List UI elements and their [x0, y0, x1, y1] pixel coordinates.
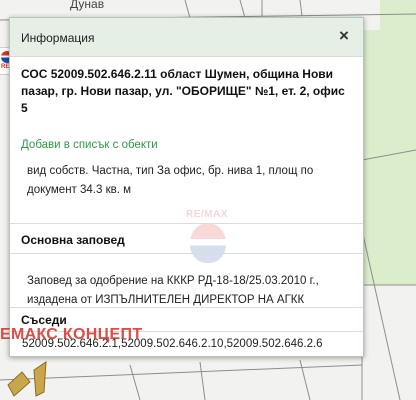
parcel-line — [299, 359, 311, 400]
parcel-line — [361, 149, 416, 161]
parcel-line — [299, 0, 303, 17]
remax-watermark: RE/MAX — [180, 209, 238, 271]
property-address: СОС 52009.502.646.2.11 област Шумен, общ… — [21, 67, 345, 115]
parcel-line — [184, 0, 191, 19]
parcel-line — [129, 364, 141, 400]
watermark-text: RE/MAX — [186, 209, 228, 220]
property-details: вид собств. Частна, тип За офис, бр. нив… — [27, 165, 314, 196]
parcel-line — [361, 229, 401, 400]
order-heading: Основна заповед — [21, 233, 125, 247]
divider — [10, 253, 363, 254]
popup-title: Информация — [21, 31, 95, 45]
order-text: Заповед за одобрение на КККР РД-18-18/25… — [27, 275, 319, 306]
parcel-line — [0, 364, 363, 381]
map-marker-shape — [7, 371, 31, 397]
balloon-icon — [190, 223, 226, 263]
parcel-line — [239, 0, 246, 19]
parcel-line — [199, 361, 206, 400]
street-label: Дунав — [70, 0, 105, 11]
info-popup: Информация × СОС 52009.502.646.2.11 обла… — [9, 17, 364, 357]
divider — [10, 307, 363, 308]
close-icon[interactable]: × — [335, 27, 353, 45]
brand-watermark: ЕМАКС КОНЦЕПТ — [0, 326, 143, 343]
add-to-list-link[interactable]: Добави в списък с обекти — [21, 139, 158, 151]
popup-header: Информация × — [10, 18, 363, 57]
map-marker-shape — [33, 361, 47, 397]
neighbours-heading: Съседи — [21, 313, 67, 327]
divider — [10, 223, 363, 224]
